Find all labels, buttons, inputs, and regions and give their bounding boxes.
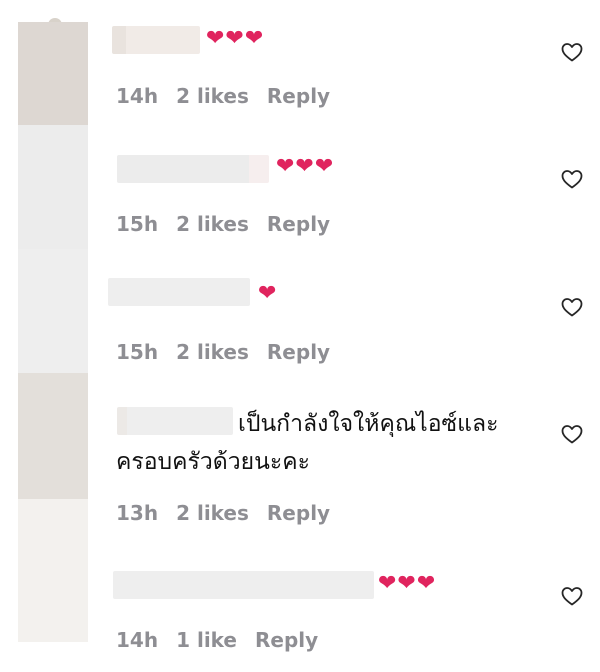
- username-redacted[interactable]: [108, 278, 250, 306]
- comment-text: ❤❤❤: [206, 26, 265, 51]
- comment-time: 14h: [116, 628, 159, 652]
- comment-item: ❤ 15h 2 likes Reply: [0, 250, 600, 375]
- comment-meta: 15h 2 likes Reply: [116, 340, 348, 364]
- comment-time: 15h: [116, 212, 159, 236]
- comment-time: 15h: [116, 340, 159, 364]
- comment-meta: 15h 2 likes Reply: [116, 212, 348, 236]
- likes-count[interactable]: 2 likes: [176, 212, 249, 236]
- heart-outline-icon[interactable]: [560, 584, 584, 608]
- reply-button[interactable]: Reply: [267, 501, 330, 525]
- reply-button[interactable]: Reply: [267, 84, 330, 108]
- comment-meta: 13h 2 likes Reply: [116, 501, 348, 525]
- likes-count[interactable]: 2 likes: [176, 340, 249, 364]
- comment-item: ❤❤❤ 14h 1 like Reply: [0, 540, 600, 672]
- username-redacted[interactable]: [112, 26, 200, 54]
- heart-outline-icon[interactable]: [560, 295, 584, 319]
- reply-button[interactable]: Reply: [267, 340, 330, 364]
- comment-item: เป็นกำลังใจให้คุณไอซ์และครอบครัวด้วยนะคะ…: [0, 375, 600, 540]
- comment-meta: 14h 2 likes Reply: [116, 84, 348, 108]
- comment-text: เป็นกำลังใจให้คุณไอซ์และครอบครัวด้วยนะคะ: [116, 411, 499, 475]
- likes-count[interactable]: 2 likes: [176, 84, 249, 108]
- reply-button[interactable]: Reply: [255, 628, 318, 652]
- comment-item: ❤❤❤ 15h 2 likes Reply: [0, 125, 600, 250]
- heart-outline-icon[interactable]: [560, 167, 584, 191]
- comment-time: 13h: [116, 501, 159, 525]
- comment-text: ❤: [258, 281, 278, 306]
- comment-meta: 14h 1 like Reply: [116, 628, 336, 652]
- comment-time: 14h: [116, 84, 159, 108]
- username-redacted[interactable]: [113, 571, 374, 599]
- heart-outline-icon[interactable]: [560, 40, 584, 64]
- likes-count[interactable]: 2 likes: [176, 501, 249, 525]
- comment-text: ❤❤❤: [378, 571, 437, 596]
- reply-button[interactable]: Reply: [267, 212, 330, 236]
- comment-text: ❤❤❤: [276, 154, 335, 179]
- likes-count[interactable]: 1 like: [176, 628, 237, 652]
- username-redacted[interactable]: [117, 155, 269, 183]
- heart-outline-icon[interactable]: [560, 422, 584, 446]
- comment-item: ❤❤❤ 14h 2 likes Reply: [0, 0, 600, 125]
